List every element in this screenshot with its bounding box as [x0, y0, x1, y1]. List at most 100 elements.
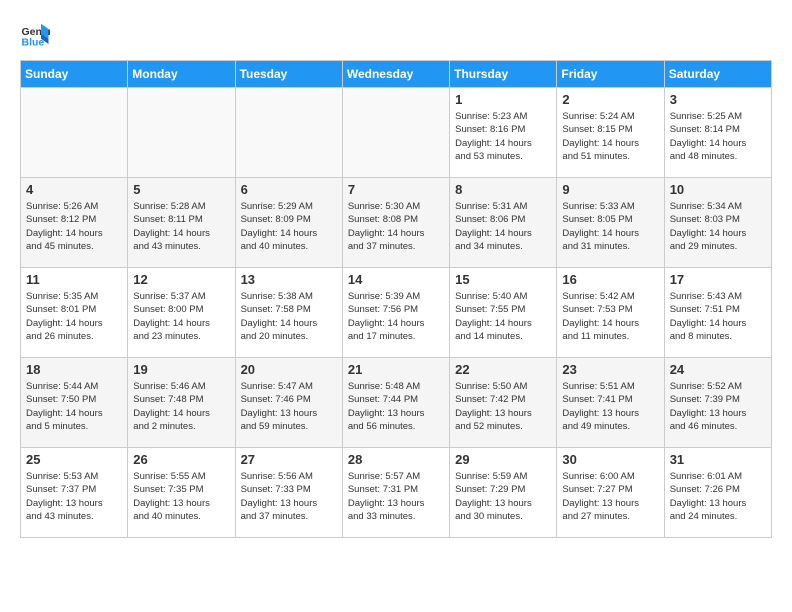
day-info: Sunrise: 5:51 AM Sunset: 7:41 PM Dayligh…: [562, 380, 658, 433]
calendar-cell: 11Sunrise: 5:35 AM Sunset: 8:01 PM Dayli…: [21, 268, 128, 358]
day-number: 30: [562, 452, 658, 467]
svg-text:Blue: Blue: [22, 37, 45, 49]
calendar-cell: 21 Sunrise: 5:48 AM Sunset: 7:44 PM Dayli…: [342, 358, 449, 448]
calendar-cell: 29 Sunrise: 5:59 AM Sunset: 7:29 PM Dayli…: [450, 448, 557, 538]
day-number: 20: [241, 362, 337, 377]
day-header-tuesday: Tuesday: [235, 61, 342, 88]
day-info: Sunrise: 5:59 AM Sunset: 7:29 PM Dayligh…: [455, 470, 551, 523]
day-info: Sunrise: 5:52 AM Sunset: 7:39 PM Dayligh…: [670, 380, 766, 433]
day-info: Sunrise: 5:33 AM Sunset: 8:05 PM Dayligh…: [562, 200, 658, 253]
day-number: 22: [455, 362, 551, 377]
calendar-cell: 23 Sunrise: 5:51 AM Sunset: 7:41 PM Dayli…: [557, 358, 664, 448]
logo-icon: General Blue: [20, 20, 50, 50]
day-info: Sunrise: 5:43 AM Sunset: 7:51 PM Dayligh…: [670, 290, 766, 343]
calendar-cell: 22 Sunrise: 5:50 AM Sunset: 7:42 PM Dayli…: [450, 358, 557, 448]
day-number: 8: [455, 182, 551, 197]
day-number: 1: [455, 92, 551, 107]
day-info: Sunrise: 6:00 AM Sunset: 7:27 PM Dayligh…: [562, 470, 658, 523]
day-header-wednesday: Wednesday: [342, 61, 449, 88]
calendar-cell: 31Sunrise: 6:01 AM Sunset: 7:26 PM Dayli…: [664, 448, 771, 538]
calendar-cell: 30 Sunrise: 6:00 AM Sunset: 7:27 PM Dayli…: [557, 448, 664, 538]
calendar-cell: [128, 88, 235, 178]
day-info: Sunrise: 5:57 AM Sunset: 7:31 PM Dayligh…: [348, 470, 444, 523]
day-header-monday: Monday: [128, 61, 235, 88]
calendar-cell: 7Sunrise: 5:30 AM Sunset: 8:08 PM Daylig…: [342, 178, 449, 268]
day-number: 2: [562, 92, 658, 107]
calendar-cell: 6 Sunrise: 5:29 AM Sunset: 8:09 PM Daylig…: [235, 178, 342, 268]
calendar-week-2: 4 Sunrise: 5:26 AM Sunset: 8:12 PM Daylig…: [21, 178, 772, 268]
day-number: 16: [562, 272, 658, 287]
day-number: 29: [455, 452, 551, 467]
calendar-table: SundayMondayTuesdayWednesdayThursdayFrid…: [20, 60, 772, 538]
calendar-cell: 15 Sunrise: 5:40 AM Sunset: 7:55 PM Dayli…: [450, 268, 557, 358]
day-info: Sunrise: 5:30 AM Sunset: 8:08 PM Dayligh…: [348, 200, 444, 253]
day-header-sunday: Sunday: [21, 61, 128, 88]
day-info: Sunrise: 5:37 AM Sunset: 8:00 PM Dayligh…: [133, 290, 229, 343]
day-info: Sunrise: 5:34 AM Sunset: 8:03 PM Dayligh…: [670, 200, 766, 253]
calendar-week-5: 25 Sunrise: 5:53 AM Sunset: 7:37 PM Dayli…: [21, 448, 772, 538]
day-info: Sunrise: 5:44 AM Sunset: 7:50 PM Dayligh…: [26, 380, 122, 433]
day-info: Sunrise: 5:39 AM Sunset: 7:56 PM Dayligh…: [348, 290, 444, 343]
calendar-cell: 25 Sunrise: 5:53 AM Sunset: 7:37 PM Dayli…: [21, 448, 128, 538]
day-info: Sunrise: 5:25 AM Sunset: 8:14 PM Dayligh…: [670, 110, 766, 163]
calendar-body: 1 Sunrise: 5:23 AM Sunset: 8:16 PM Daylig…: [21, 88, 772, 538]
day-info: Sunrise: 5:56 AM Sunset: 7:33 PM Dayligh…: [241, 470, 337, 523]
logo: General Blue: [20, 20, 50, 50]
day-info: Sunrise: 5:40 AM Sunset: 7:55 PM Dayligh…: [455, 290, 551, 343]
calendar-cell: 8 Sunrise: 5:31 AM Sunset: 8:06 PM Daylig…: [450, 178, 557, 268]
calendar-cell: 17 Sunrise: 5:43 AM Sunset: 7:51 PM Dayli…: [664, 268, 771, 358]
calendar-cell: 19Sunrise: 5:46 AM Sunset: 7:48 PM Dayli…: [128, 358, 235, 448]
calendar-cell: 28Sunrise: 5:57 AM Sunset: 7:31 PM Dayli…: [342, 448, 449, 538]
day-number: 31: [670, 452, 766, 467]
day-info: Sunrise: 5:29 AM Sunset: 8:09 PM Dayligh…: [241, 200, 337, 253]
day-number: 26: [133, 452, 229, 467]
calendar-cell: [235, 88, 342, 178]
day-header-friday: Friday: [557, 61, 664, 88]
day-info: Sunrise: 5:48 AM Sunset: 7:44 PM Dayligh…: [348, 380, 444, 433]
day-number: 27: [241, 452, 337, 467]
calendar-cell: 1 Sunrise: 5:23 AM Sunset: 8:16 PM Daylig…: [450, 88, 557, 178]
calendar-cell: 5Sunrise: 5:28 AM Sunset: 8:11 PM Daylig…: [128, 178, 235, 268]
day-number: 25: [26, 452, 122, 467]
day-info: Sunrise: 5:42 AM Sunset: 7:53 PM Dayligh…: [562, 290, 658, 343]
day-number: 15: [455, 272, 551, 287]
day-number: 17: [670, 272, 766, 287]
calendar-cell: 27 Sunrise: 5:56 AM Sunset: 7:33 PM Dayli…: [235, 448, 342, 538]
day-number: 21: [348, 362, 444, 377]
calendar-cell: 14 Sunrise: 5:39 AM Sunset: 7:56 PM Dayli…: [342, 268, 449, 358]
calendar-cell: 10Sunrise: 5:34 AM Sunset: 8:03 PM Dayli…: [664, 178, 771, 268]
page-header: General Blue: [20, 20, 772, 50]
day-info: Sunrise: 5:47 AM Sunset: 7:46 PM Dayligh…: [241, 380, 337, 433]
calendar-week-4: 18 Sunrise: 5:44 AM Sunset: 7:50 PM Dayli…: [21, 358, 772, 448]
day-number: 23: [562, 362, 658, 377]
day-number: 6: [241, 182, 337, 197]
day-number: 3: [670, 92, 766, 107]
calendar-cell: 18 Sunrise: 5:44 AM Sunset: 7:50 PM Dayli…: [21, 358, 128, 448]
calendar-cell: [21, 88, 128, 178]
day-info: Sunrise: 5:23 AM Sunset: 8:16 PM Dayligh…: [455, 110, 551, 163]
calendar-week-3: 11Sunrise: 5:35 AM Sunset: 8:01 PM Dayli…: [21, 268, 772, 358]
day-number: 19: [133, 362, 229, 377]
day-number: 18: [26, 362, 122, 377]
day-number: 11: [26, 272, 122, 287]
day-number: 4: [26, 182, 122, 197]
day-number: 12: [133, 272, 229, 287]
day-number: 14: [348, 272, 444, 287]
calendar-cell: 12 Sunrise: 5:37 AM Sunset: 8:00 PM Dayli…: [128, 268, 235, 358]
calendar-week-1: 1 Sunrise: 5:23 AM Sunset: 8:16 PM Daylig…: [21, 88, 772, 178]
day-number: 9: [562, 182, 658, 197]
day-info: Sunrise: 5:31 AM Sunset: 8:06 PM Dayligh…: [455, 200, 551, 253]
calendar-cell: [342, 88, 449, 178]
day-number: 24: [670, 362, 766, 377]
day-header-thursday: Thursday: [450, 61, 557, 88]
calendar-cell: 3 Sunrise: 5:25 AM Sunset: 8:14 PM Daylig…: [664, 88, 771, 178]
day-info: Sunrise: 5:55 AM Sunset: 7:35 PM Dayligh…: [133, 470, 229, 523]
calendar-cell: 16 Sunrise: 5:42 AM Sunset: 7:53 PM Dayli…: [557, 268, 664, 358]
calendar-cell: 13Sunrise: 5:38 AM Sunset: 7:58 PM Dayli…: [235, 268, 342, 358]
day-info: Sunrise: 5:50 AM Sunset: 7:42 PM Dayligh…: [455, 380, 551, 433]
calendar-cell: 4 Sunrise: 5:26 AM Sunset: 8:12 PM Daylig…: [21, 178, 128, 268]
day-info: Sunrise: 5:53 AM Sunset: 7:37 PM Dayligh…: [26, 470, 122, 523]
calendar-cell: 20 Sunrise: 5:47 AM Sunset: 7:46 PM Dayli…: [235, 358, 342, 448]
day-number: 5: [133, 182, 229, 197]
day-info: Sunrise: 5:26 AM Sunset: 8:12 PM Dayligh…: [26, 200, 122, 253]
